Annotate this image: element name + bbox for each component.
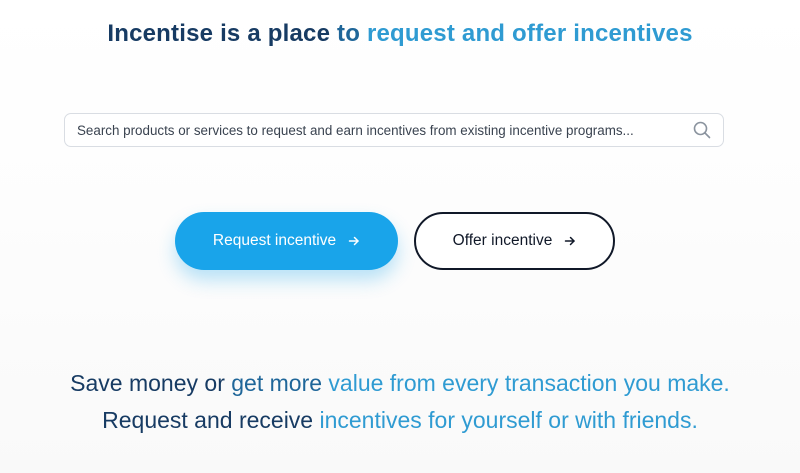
tagline-save-money-text: Save money or [70,370,232,396]
headline-brand-text: Incentise is a place [107,20,331,47]
search-bar [64,113,724,147]
tagline-line-1: Save money or get more value from every … [0,370,800,397]
page-headline: Incentise is a place to request and offe… [0,20,800,48]
search-icon[interactable] [693,121,711,139]
tagline-get-more-text: get more [231,370,329,396]
headline-highlight-text: request and offer incentives [366,20,693,47]
offer-incentive-label: Offer incentive [452,232,553,249]
arrow-right-icon [348,235,360,247]
tagline-request-receive-text: Request and receive [102,407,320,433]
tagline-line-2: Request and receive incentives for yours… [0,407,800,434]
offer-incentive-button[interactable]: Offer incentive [414,212,615,270]
tagline-value-text: value from every transaction you make. [328,370,730,396]
request-incentive-button[interactable]: Request incentive [175,212,398,270]
search-input[interactable] [65,114,687,146]
arrow-right-icon [564,235,576,247]
headline-connector-text: to [330,20,367,47]
tagline-incentives-friends-text: incentives for yourself or with friends. [319,407,698,433]
request-incentive-label: Request incentive [212,232,337,249]
